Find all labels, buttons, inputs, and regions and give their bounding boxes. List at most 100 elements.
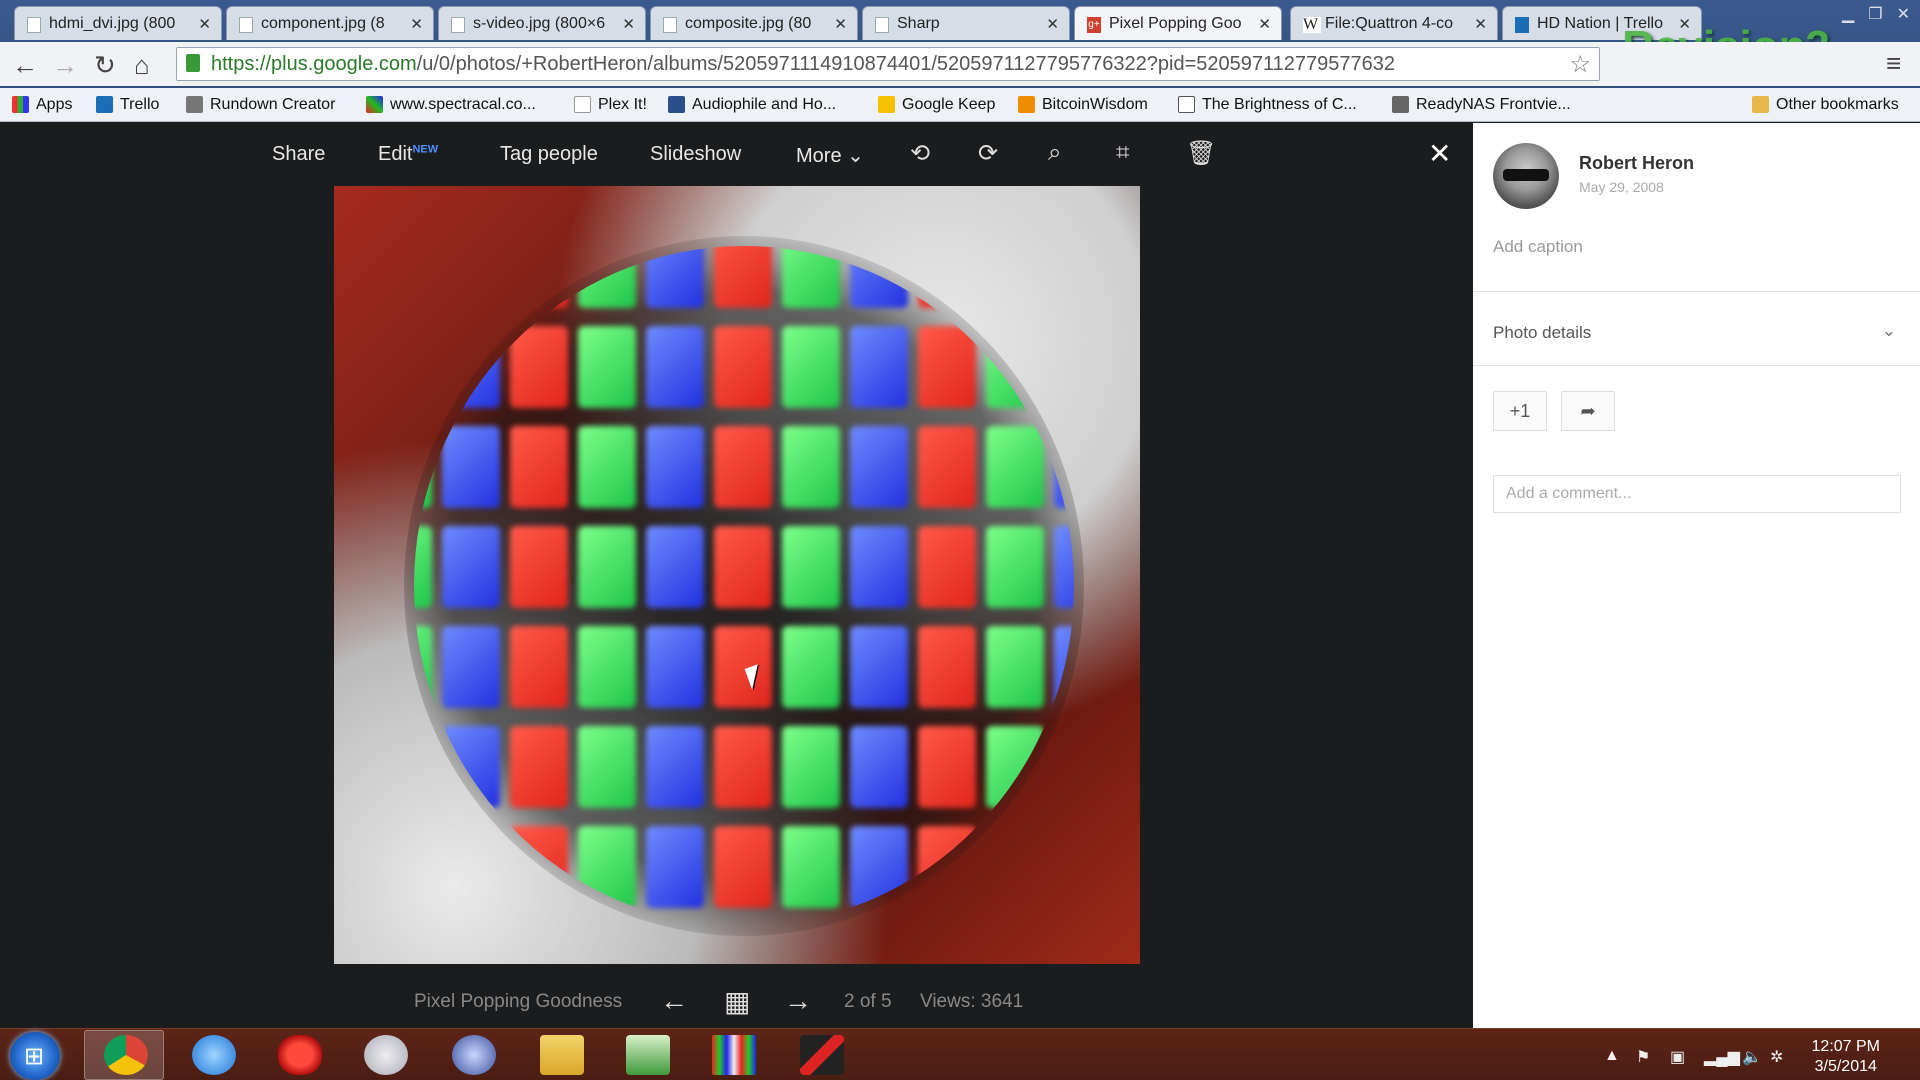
spreadsheet-icon[interactable] [626, 1035, 670, 1075]
subpixel-cell [986, 246, 1044, 308]
comment-input[interactable]: Add a comment... [1493, 475, 1901, 513]
bookmark-spectracal[interactable]: www.spectracal.co... [366, 96, 536, 114]
subpixel-cell [578, 426, 636, 508]
share-arrow-icon[interactable]: ➦ [1561, 391, 1615, 431]
zoom-icon[interactable]: ⌕ [1048, 139, 1061, 167]
subpixel-cell [918, 426, 976, 508]
menu-icon[interactable]: ≡ [1886, 48, 1901, 79]
close-icon[interactable]: ✕ [1046, 15, 1059, 33]
crop-icon[interactable]: ⌗ [1116, 139, 1130, 167]
action-center-flag-icon[interactable]: ⚑ [1636, 1047, 1650, 1067]
plus-one-button[interactable]: +1 [1493, 391, 1547, 431]
window-controls: ▁ ❐ ✕ [1842, 4, 1910, 24]
bookmark-bitcoinwisdom[interactable]: BitcoinWisdom [1018, 96, 1148, 114]
close-viewer-icon[interactable]: ✕ [1428, 137, 1451, 170]
close-icon[interactable]: ✕ [410, 15, 423, 33]
add-caption[interactable]: Add caption [1493, 237, 1583, 257]
device-icon[interactable]: ▣ [1670, 1047, 1685, 1067]
internet-explorer-icon[interactable] [192, 1035, 236, 1075]
close-window-icon[interactable]: ✕ [1897, 4, 1910, 24]
subpixel-cell [714, 326, 772, 408]
rotate-right-icon[interactable]: ⟳ [978, 139, 998, 168]
bookmark-trello[interactable]: Trello [96, 96, 159, 114]
bookmark-google-keep[interactable]: Google Keep [878, 96, 995, 114]
grid-icon[interactable]: ▦ [724, 985, 750, 1018]
slideshow-button[interactable]: Slideshow [650, 143, 741, 166]
bookmark-label: Audiophile and Ho... [692, 96, 837, 113]
forward-icon[interactable]: → [52, 50, 78, 81]
close-icon[interactable]: ✕ [1474, 15, 1487, 33]
subpixel-cell [1054, 526, 1074, 608]
previous-arrow-icon[interactable]: ← [660, 985, 688, 1017]
bookmark-plex-it[interactable]: Plex It! [574, 96, 647, 114]
chevron-down-icon: ⌄ [847, 145, 864, 167]
tab-pixel-popping[interactable]: g+ Pixel Popping Goo ✕ [1074, 6, 1282, 40]
opera-icon[interactable] [278, 1035, 322, 1075]
subpixel-grid [414, 246, 1074, 926]
back-icon[interactable]: ← [12, 50, 38, 81]
tab-sharp[interactable]: Sharp ✕ [862, 6, 1070, 40]
vpn-lock-icon[interactable] [452, 1035, 496, 1075]
bookmark-star-icon[interactable]: ☆ [1569, 50, 1591, 79]
tab-s-video[interactable]: s-video.jpg (800×6 ✕ [438, 6, 646, 40]
share-button[interactable]: Share [272, 143, 325, 166]
tab-quattron[interactable]: W File:Quattron 4-co ✕ [1290, 6, 1498, 40]
bookmark-readynas[interactable]: ReadyNAS Frontvie... [1392, 96, 1571, 114]
author-name[interactable]: Robert Heron [1579, 153, 1694, 174]
pinwheel-app-icon[interactable] [364, 1035, 408, 1075]
subpixel-cell [646, 826, 704, 908]
address-bar[interactable]: https://plus.google.com/u/0/photos/+Robe… [176, 47, 1600, 81]
minimize-icon[interactable]: ▁ [1842, 4, 1854, 24]
bookmark-apps[interactable]: Apps [12, 96, 72, 114]
subpixel-cell [782, 826, 840, 908]
network-icon[interactable]: ▂▄▆ [1704, 1047, 1740, 1067]
page-icon [574, 96, 591, 113]
subpixel-cell [646, 526, 704, 608]
album-title[interactable]: Pixel Popping Goodness [414, 991, 622, 1013]
tray-app-icon[interactable]: ✲ [1770, 1047, 1783, 1067]
subpixel-cell [986, 826, 1044, 908]
avatar[interactable] [1493, 143, 1559, 209]
bookmarks-bar: Apps Trello Rundown Creator www.spectrac… [0, 88, 1920, 122]
subpixel-cell [646, 326, 704, 408]
bookmark-audiophile[interactable]: Audiophile and Ho... [668, 96, 836, 114]
chrome-icon[interactable] [104, 1035, 148, 1075]
page-icon [239, 17, 253, 33]
next-arrow-icon[interactable]: → [784, 985, 812, 1017]
bookmark-rundown-creator[interactable]: Rundown Creator [186, 96, 335, 114]
close-icon[interactable]: ✕ [834, 15, 847, 33]
bookmark-other[interactable]: Other bookmarks [1752, 96, 1899, 114]
system-clock[interactable]: 12:07 PM 3/5/2014 [1812, 1037, 1880, 1077]
restore-icon[interactable]: ❐ [1868, 4, 1882, 24]
tab-component[interactable]: component.jpg (8 ✕ [226, 6, 434, 40]
start-button[interactable]: ⊞ [10, 1032, 60, 1080]
tab-hdmi-dvi[interactable]: hdmi_dvi.jpg (800 ✕ [14, 6, 222, 40]
more-button[interactable]: More ⌄ [796, 143, 864, 168]
subpixel-cell [578, 626, 636, 708]
chevron-down-icon[interactable]: ⌄ [1882, 321, 1896, 341]
bookmark-brightness[interactable]: The Brightness of C... [1178, 96, 1357, 114]
photo-sidebar: Robert Heron May 29, 2008 Add caption Ph… [1473, 123, 1920, 1028]
volume-icon[interactable]: 🔈 [1742, 1047, 1762, 1067]
page-icon [1178, 96, 1195, 113]
subpixel-cell [782, 426, 840, 508]
trash-icon[interactable]: 🗑 [1186, 139, 1216, 168]
edit-button[interactable]: EditNEW [378, 143, 438, 166]
close-icon[interactable]: ✕ [1258, 15, 1271, 33]
reload-icon[interactable]: ↻ [94, 50, 116, 81]
bookmark-label: ReadyNAS Frontvie... [1416, 96, 1571, 113]
media-app-icon[interactable] [800, 1035, 844, 1075]
rotate-left-icon[interactable]: ⟲ [910, 139, 930, 168]
subpixel-cell [578, 526, 636, 608]
view-count: Views: 3641 [920, 991, 1024, 1012]
tab-composite[interactable]: composite.jpg (80 ✕ [650, 6, 858, 40]
close-icon[interactable]: ✕ [198, 15, 211, 33]
photo-details-toggle[interactable]: Photo details [1493, 323, 1591, 343]
color-bars-icon[interactable] [712, 1035, 756, 1075]
home-icon[interactable]: ⌂ [134, 50, 150, 81]
tag-people-button[interactable]: Tag people [500, 143, 598, 166]
file-explorer-icon[interactable] [540, 1035, 584, 1075]
tray-expand-icon[interactable]: ▲ [1604, 1047, 1620, 1065]
close-icon[interactable]: ✕ [622, 15, 635, 33]
navigation-bar: ← → ↻ ⌂ https://plus.google.com/u/0/phot… [0, 42, 1920, 86]
